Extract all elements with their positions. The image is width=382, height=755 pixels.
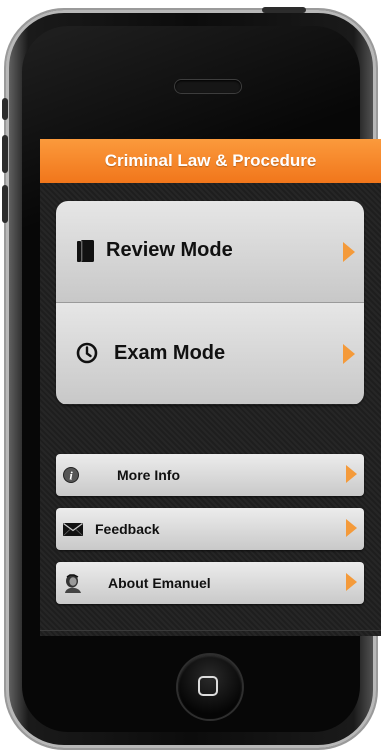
info-icon: i <box>63 467 79 483</box>
app-screen: Criminal Law & Procedure Review Mode Exa… <box>40 139 381 636</box>
more-info-label: More Info <box>117 467 180 483</box>
bottom-divider <box>40 630 381 631</box>
envelope-icon <box>63 523 83 536</box>
exam-mode-label: Exam Mode <box>114 342 226 364</box>
chevron-right-icon <box>346 573 357 591</box>
about-emanuel-label: About Emanuel <box>108 575 211 591</box>
home-button[interactable] <box>178 655 242 719</box>
about-emanuel-button[interactable]: About Emanuel <box>56 562 364 604</box>
chevron-right-icon <box>343 242 355 262</box>
chevron-right-icon <box>343 344 355 364</box>
review-mode-label: Review Mode <box>106 239 233 261</box>
home-square-icon <box>198 676 218 696</box>
mute-switch <box>2 98 8 120</box>
title-bar: Criminal Law & Procedure <box>40 139 381 183</box>
exam-mode-button[interactable]: Exam Mode <box>56 303 364 404</box>
more-info-button[interactable]: i More Info <box>56 454 364 496</box>
page-title: Criminal Law & Procedure <box>104 151 317 170</box>
review-mode-button[interactable]: Review Mode <box>56 201 364 302</box>
main-menu: Review Mode Exam Mode <box>56 201 364 405</box>
portrait-icon <box>65 574 81 593</box>
book-icon <box>77 240 94 262</box>
earpiece-speaker <box>175 80 241 93</box>
feedback-label: Feedback <box>95 521 160 537</box>
feedback-button[interactable]: Feedback <box>56 508 364 550</box>
chevron-right-icon <box>346 465 357 483</box>
clock-icon <box>76 342 98 364</box>
volume-down-button <box>2 185 8 223</box>
sleep-button <box>262 7 306 13</box>
chevron-right-icon <box>346 519 357 537</box>
volume-up-button <box>2 135 8 173</box>
